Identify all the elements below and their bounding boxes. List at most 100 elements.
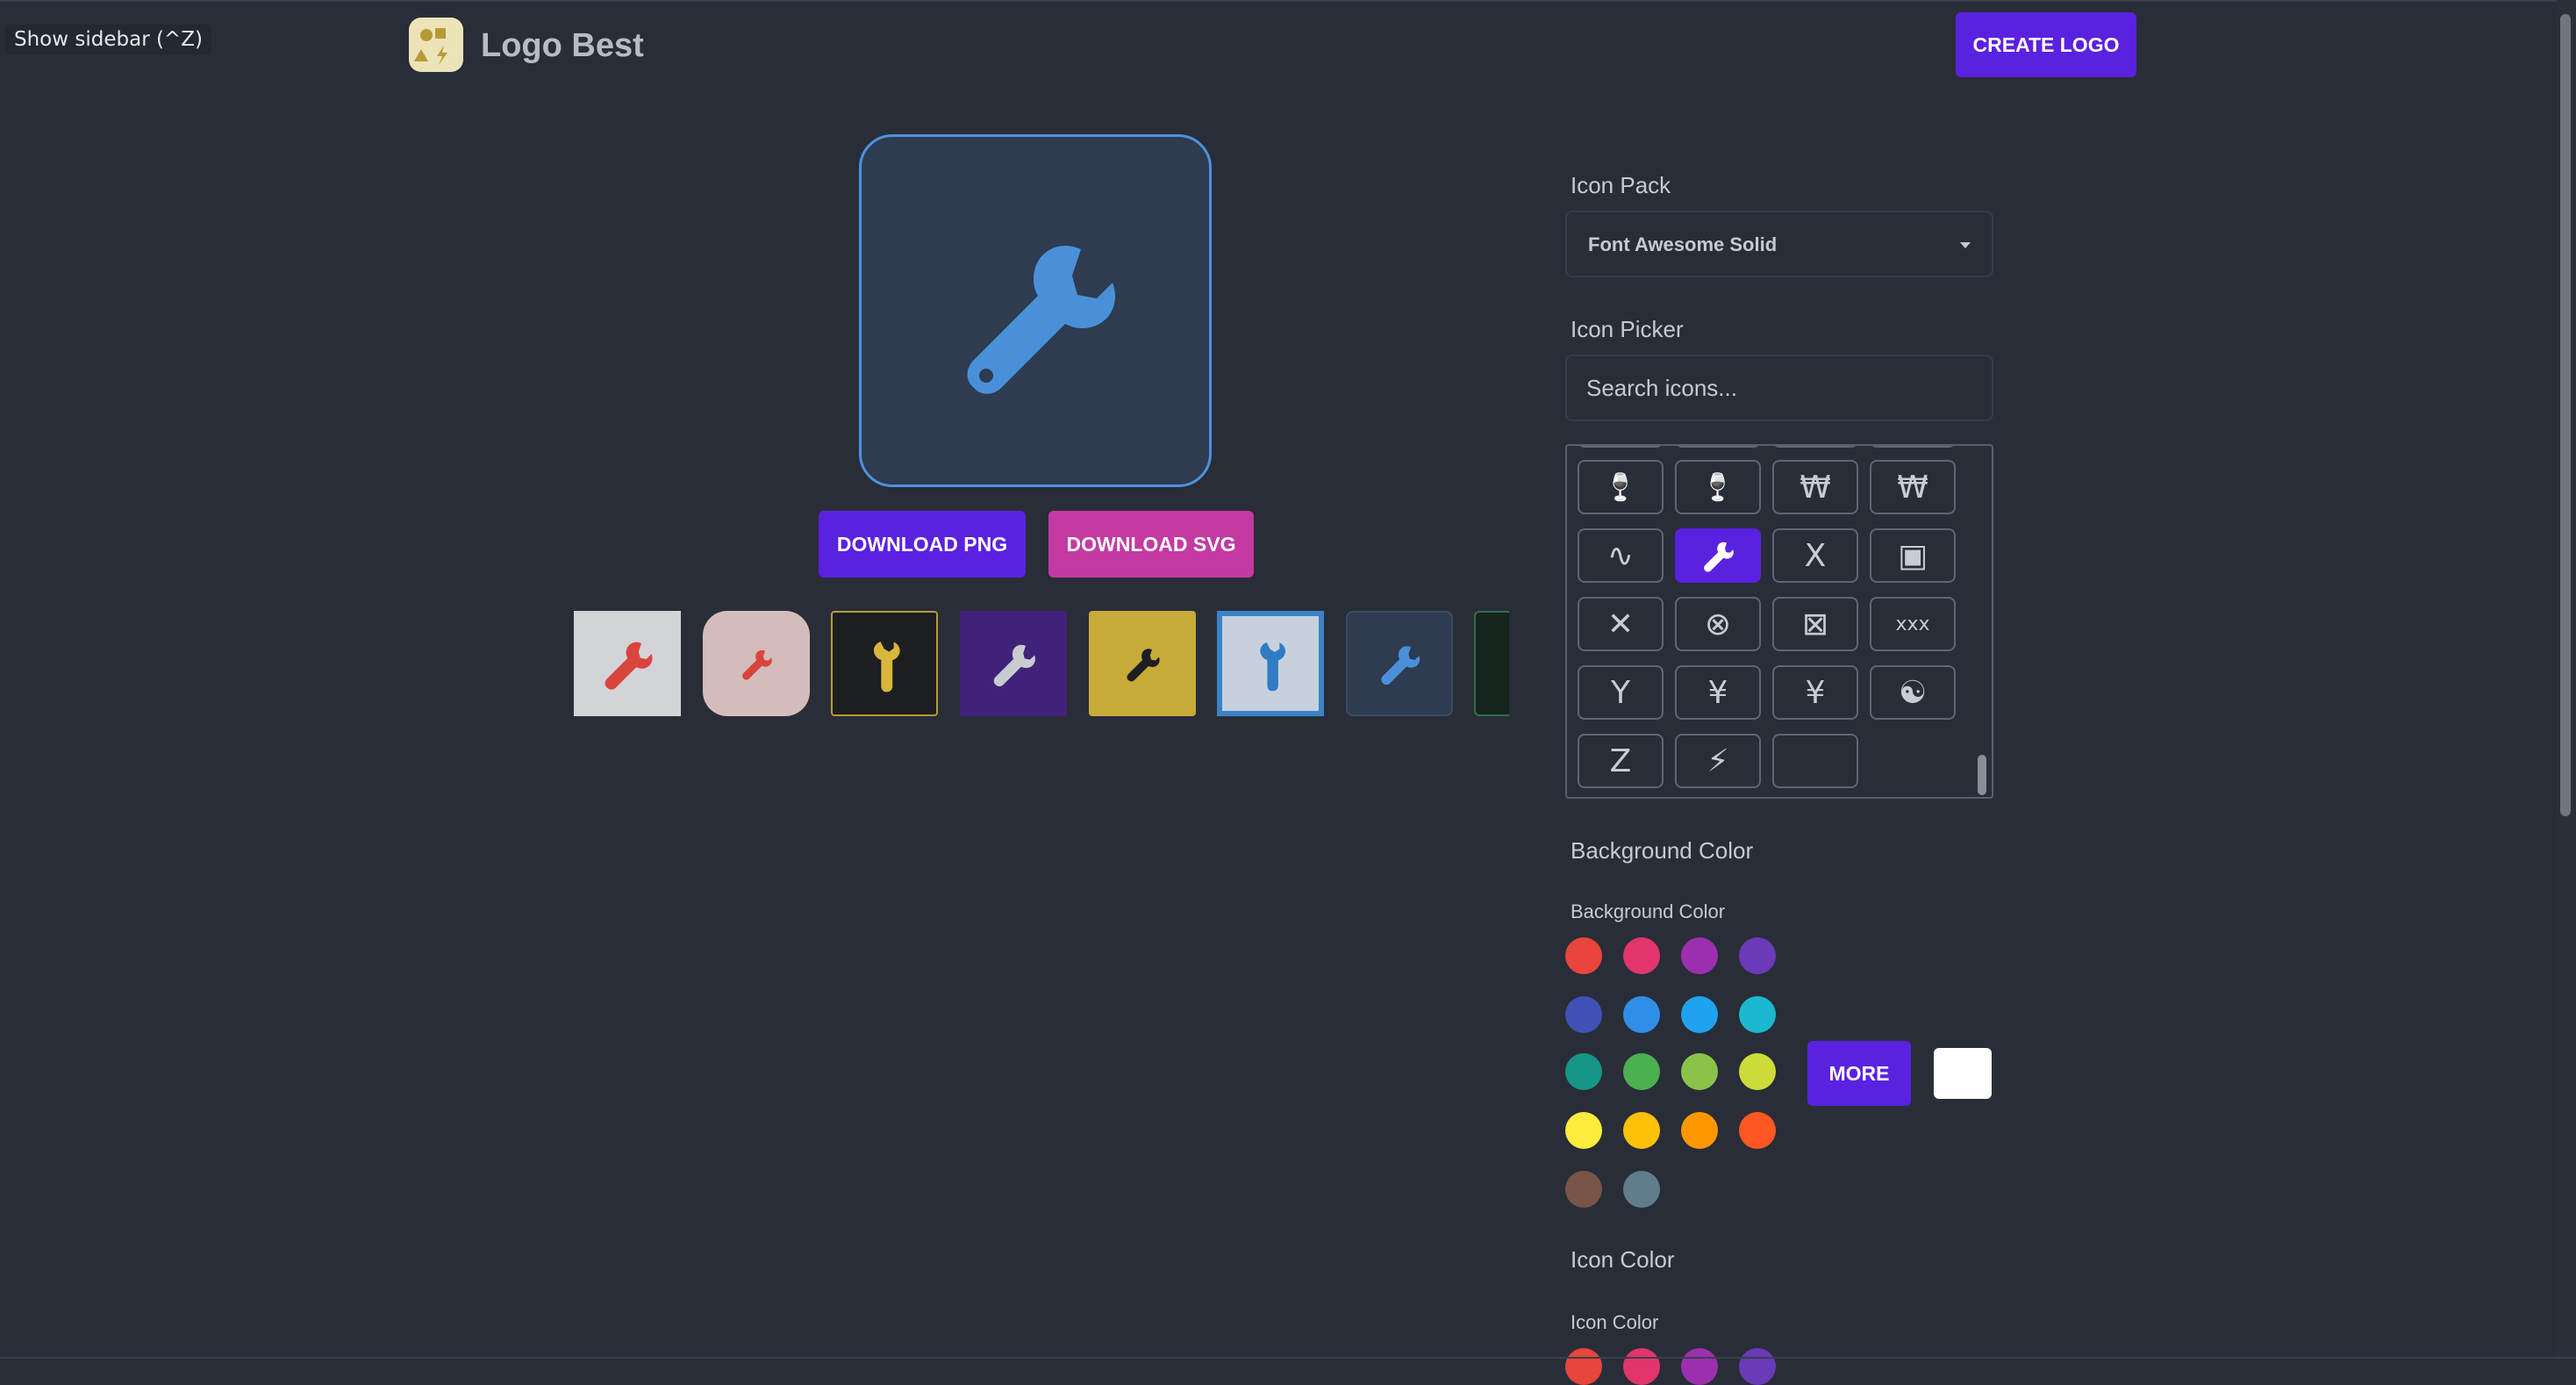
bolt-icon: ⚡	[1707, 743, 1729, 779]
bg-color-swatch[interactable]	[1623, 1112, 1660, 1149]
wrench-icon	[993, 644, 1035, 686]
logo-preview	[859, 134, 1212, 487]
icon-option-x-ray[interactable]: ▣	[1870, 528, 1956, 583]
background-color-label: Background Color	[1571, 901, 1726, 922]
icon-option[interactable]	[1870, 446, 1956, 448]
icon-option[interactable]	[1772, 446, 1858, 448]
icon-option-y[interactable]: Y	[1578, 665, 1664, 720]
bg-color-swatch[interactable]	[1565, 1053, 1602, 1090]
icon-grid: 🍷 🍷 ₩ ₩ ∿ X ▣ ✕ ⊗ ⊠ ⅹⅹⅹ Y ¥ ¥ ☯ Z ⚡	[1565, 444, 1993, 799]
bg-color-swatch[interactable]	[1565, 1171, 1602, 1208]
icon-option-x[interactable]: X	[1772, 528, 1858, 583]
bg-color-swatch[interactable]	[1739, 1112, 1776, 1149]
wine-glass-icon: 🍷	[1604, 471, 1637, 503]
icon-color-swatch[interactable]	[1681, 1348, 1718, 1385]
show-sidebar-button[interactable]: Show sidebar (^Z)	[5, 25, 211, 54]
icon-color-swatch[interactable]	[1739, 1348, 1776, 1385]
bg-color-swatch[interactable]	[1739, 1053, 1776, 1090]
icon-option-square-xmark[interactable]: ⊠	[1772, 597, 1858, 651]
bg-color-swatch[interactable]	[1623, 996, 1660, 1033]
wrench-icon	[605, 642, 653, 690]
preset-tile[interactable]	[1217, 611, 1324, 716]
won-sign-icon: ₩	[1800, 469, 1831, 506]
icon-option-xmarks-lines[interactable]: ⅹⅹⅹ	[1870, 597, 1956, 651]
preset-tile[interactable]	[574, 611, 681, 716]
x-icon: X	[1804, 537, 1827, 574]
app-title: Logo Best	[481, 27, 644, 64]
create-logo-button[interactable]: CREATE LOGO	[1956, 12, 2136, 77]
icon-option-wrench[interactable]	[1675, 528, 1761, 583]
icon-option-yin-yang[interactable]: ☯	[1870, 665, 1956, 720]
xmark-icon: ✕	[1606, 606, 1635, 642]
preset-tile[interactable]	[1474, 611, 1509, 716]
icon-option-yen-sign[interactable]: ¥	[1675, 665, 1761, 720]
preset-tile[interactable]	[960, 611, 1067, 716]
yen-sign-icon: ¥	[1707, 674, 1728, 711]
icon-option-circle-xmark[interactable]: ⊗	[1675, 597, 1761, 651]
current-color-swatch[interactable]	[1934, 1048, 1992, 1099]
icon-option-worm[interactable]: ∿	[1578, 528, 1664, 583]
bg-color-swatch[interactable]	[1623, 1053, 1660, 1090]
wrench-icon	[873, 641, 900, 692]
circle-xmark-icon: ⊗	[1704, 606, 1732, 642]
icon-color-swatch[interactable]	[1565, 1348, 1602, 1385]
wrench-icon	[1505, 641, 1509, 686]
xmarks-lines-icon: ⅹⅹⅹ	[1895, 613, 1930, 635]
wrench-icon	[967, 245, 1115, 394]
icon-option-wine-glass-alt[interactable]: 🍷	[1675, 460, 1761, 514]
more-colors-button[interactable]: MORE	[1807, 1041, 1911, 1106]
download-svg-button[interactable]: DOWNLOAD SVG	[1048, 511, 1254, 578]
icon-search-input[interactable]	[1565, 355, 1993, 421]
icon-option-bolt[interactable]: ⚡	[1675, 734, 1761, 788]
yen-sign-alt-icon: ¥	[1805, 674, 1826, 711]
wrench-icon	[1260, 642, 1285, 692]
app-logo[interactable]	[409, 18, 463, 72]
bg-color-swatch[interactable]	[1681, 996, 1718, 1033]
icon-option-empty[interactable]	[1772, 734, 1858, 788]
icon-color-section-label: Icon Color	[1571, 1246, 1675, 1273]
bg-color-swatch[interactable]	[1565, 1112, 1602, 1149]
bg-color-swatch[interactable]	[1565, 937, 1602, 974]
icon-option-xmark[interactable]: ✕	[1578, 597, 1664, 651]
wrench-icon	[742, 649, 772, 680]
icon-pack-select[interactable]: Font Awesome Solid	[1565, 211, 1993, 277]
icon-color-swatch[interactable]	[1623, 1348, 1660, 1385]
x-ray-icon: ▣	[1897, 537, 1928, 574]
bg-color-swatch[interactable]	[1623, 1171, 1660, 1208]
icon-pack-value: Font Awesome Solid	[1588, 233, 1778, 255]
icon-option-wine-glass[interactable]: 🍷	[1578, 460, 1664, 514]
wrench-icon	[1704, 542, 1734, 572]
square-xmark-icon: ⊠	[1801, 606, 1829, 642]
icon-grid-scrollbar[interactable]	[1978, 755, 1986, 795]
bg-color-swatch[interactable]	[1681, 1053, 1718, 1090]
bg-color-swatch[interactable]	[1739, 937, 1776, 974]
bg-color-swatch[interactable]	[1681, 1112, 1718, 1149]
icon-option[interactable]	[1578, 446, 1664, 448]
preset-tile[interactable]	[1089, 611, 1196, 716]
bg-color-swatch[interactable]	[1681, 937, 1718, 974]
icon-option-won-sign[interactable]: ₩	[1772, 460, 1858, 514]
yin-yang-icon: ☯	[1898, 674, 1928, 711]
bg-color-swatch[interactable]	[1565, 996, 1602, 1033]
window-top-edge	[0, 0, 2576, 2]
wrench-icon	[1381, 646, 1420, 685]
icon-option-yen-sign-alt[interactable]: ¥	[1772, 665, 1858, 720]
won-sign-alt-icon: ₩	[1897, 469, 1928, 506]
y-icon: Y	[1611, 674, 1630, 711]
bg-color-swatch[interactable]	[1739, 996, 1776, 1033]
chevron-down-icon	[1960, 242, 1971, 248]
logo-mark-icon	[414, 28, 447, 65]
download-png-button[interactable]: DOWNLOAD PNG	[819, 511, 1026, 578]
z-icon: Z	[1609, 743, 1632, 779]
preset-tile[interactable]	[831, 611, 938, 716]
preset-tile[interactable]	[703, 611, 810, 716]
wrench-icon	[1127, 649, 1160, 682]
worm-icon: ∿	[1606, 537, 1635, 574]
preset-tile[interactable]	[1346, 611, 1453, 716]
preset-carousel	[574, 611, 1509, 720]
icon-option-z[interactable]: Z	[1578, 734, 1664, 788]
icon-option-won-sign-alt[interactable]: ₩	[1870, 460, 1956, 514]
icon-option[interactable]	[1675, 446, 1761, 448]
page-scrollbar-thumb[interactable]	[2560, 14, 2571, 816]
bg-color-swatch[interactable]	[1623, 937, 1660, 974]
